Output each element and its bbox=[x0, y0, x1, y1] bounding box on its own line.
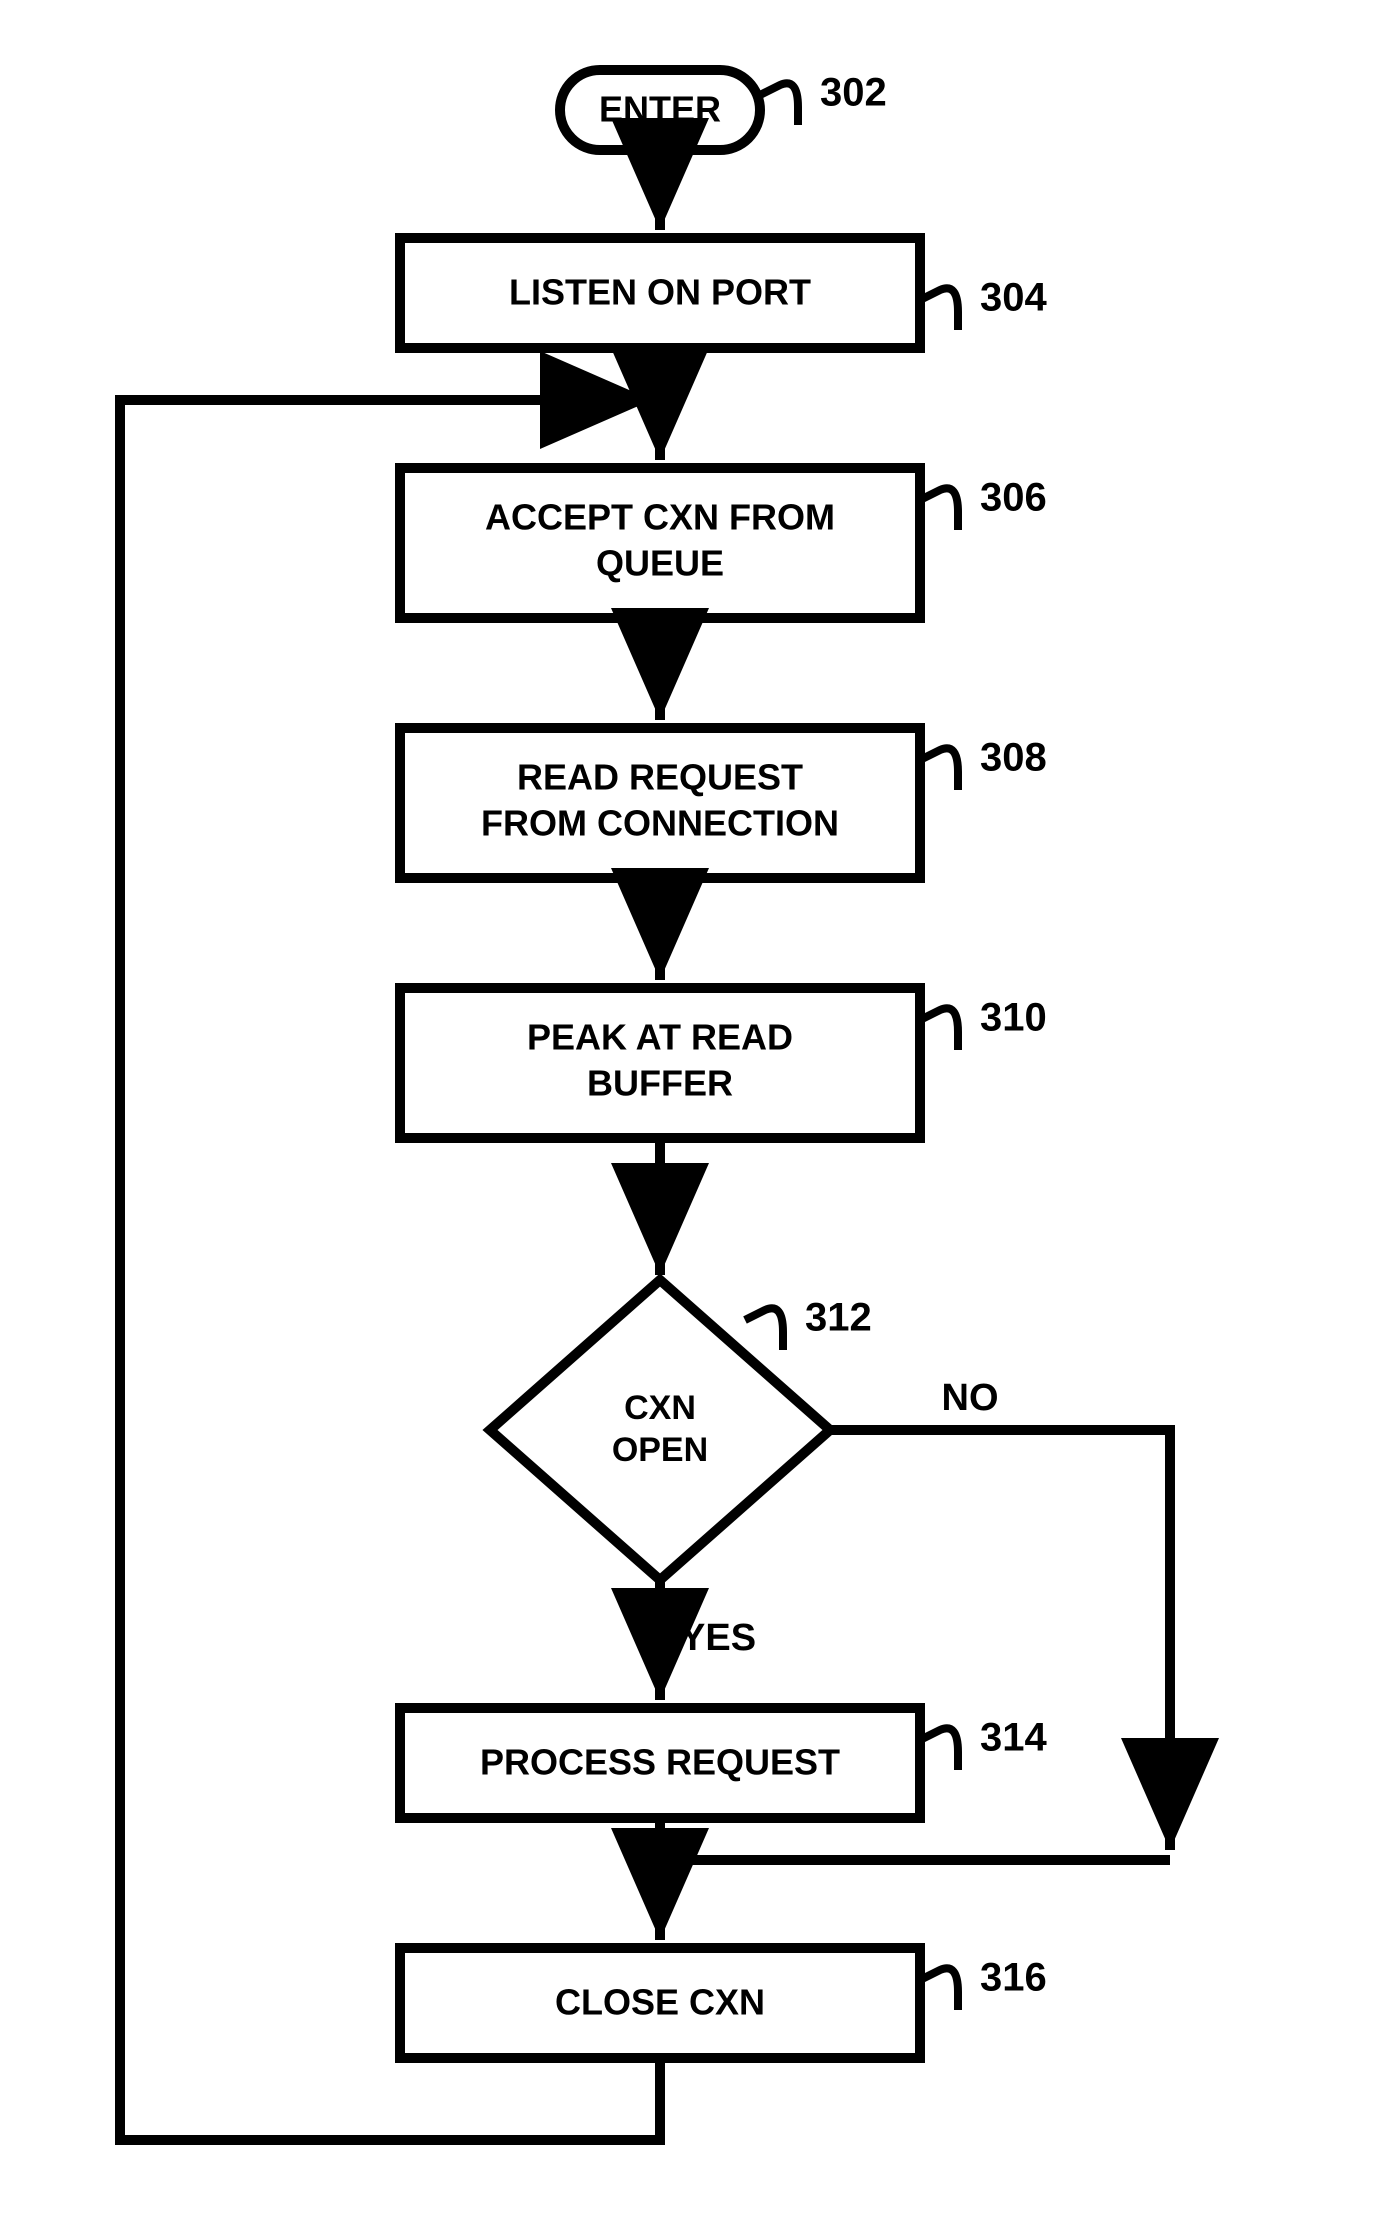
ref-316: 316 bbox=[920, 1956, 1047, 2010]
node-peak: PEAK AT READ BUFFER bbox=[400, 988, 920, 1138]
enter-label: ENTER bbox=[599, 89, 721, 130]
node-close: CLOSE CXN bbox=[400, 1948, 920, 2058]
ref-314: 314 bbox=[920, 1716, 1047, 1770]
listen-label: LISTEN ON PORT bbox=[509, 272, 811, 313]
ref-304: 304 bbox=[920, 276, 1047, 330]
flowchart: ENTER 302 LISTEN ON PORT 304 ACCEPT CXN … bbox=[0, 0, 1381, 2234]
node-accept: ACCEPT CXN FROM QUEUE bbox=[400, 468, 920, 618]
ref-310-text: 310 bbox=[980, 996, 1047, 1040]
no-label: NO bbox=[942, 1377, 999, 1419]
node-listen: LISTEN ON PORT bbox=[400, 238, 920, 348]
peak-line2: BUFFER bbox=[587, 1063, 733, 1104]
ref-310: 310 bbox=[920, 996, 1047, 1050]
ref-308-text: 308 bbox=[980, 736, 1047, 780]
ref-306-text: 306 bbox=[980, 476, 1047, 520]
read-line1: READ REQUEST bbox=[517, 757, 803, 798]
peak-line1: PEAK AT READ bbox=[527, 1017, 793, 1058]
process-label: PROCESS REQUEST bbox=[480, 1742, 840, 1783]
ref-304-text: 304 bbox=[980, 276, 1047, 320]
close-label: CLOSE CXN bbox=[555, 1982, 765, 2023]
ref-314-text: 314 bbox=[980, 1716, 1047, 1760]
ref-312-text: 312 bbox=[805, 1296, 872, 1340]
accept-line1: ACCEPT CXN FROM bbox=[485, 497, 835, 538]
ref-302-text: 302 bbox=[820, 71, 887, 115]
accept-line2: QUEUE bbox=[596, 543, 724, 584]
ref-306: 306 bbox=[920, 476, 1047, 530]
read-line2: FROM CONNECTION bbox=[481, 803, 839, 844]
decision-line2: OPEN bbox=[612, 1431, 708, 1469]
edge-loopback bbox=[120, 400, 660, 2140]
ref-302: 302 bbox=[760, 71, 887, 125]
ref-312: 312 bbox=[745, 1296, 872, 1350]
edge-process-close bbox=[660, 1818, 1170, 1940]
yes-label: YES bbox=[680, 1617, 756, 1659]
node-read: READ REQUEST FROM CONNECTION bbox=[400, 728, 920, 878]
node-process: PROCESS REQUEST bbox=[400, 1708, 920, 1818]
node-enter: ENTER bbox=[560, 70, 760, 150]
decision-line1: CXN bbox=[624, 1389, 696, 1427]
ref-316-text: 316 bbox=[980, 1956, 1047, 2000]
ref-308: 308 bbox=[920, 736, 1047, 790]
